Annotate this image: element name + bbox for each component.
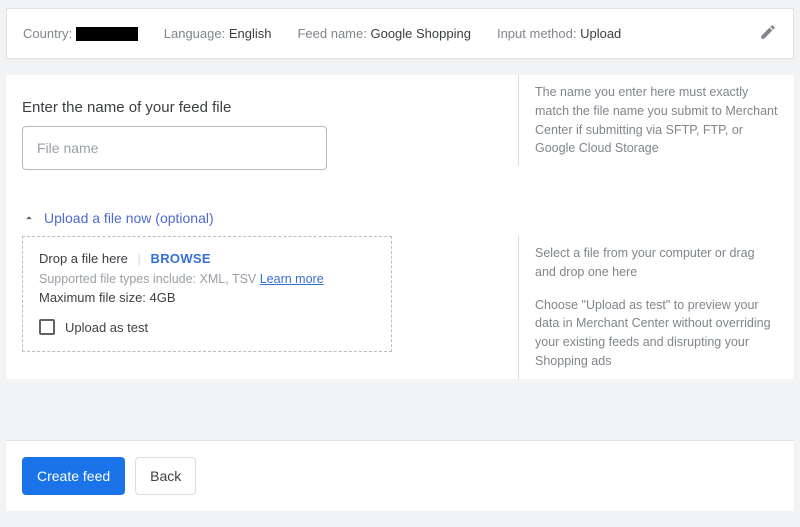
main-panel: Enter the name of your feed file The nam… (6, 75, 794, 379)
upload-help-1: Select a file from your computer or drag… (535, 244, 778, 282)
dropzone-divider: | (138, 251, 141, 266)
file-name-input[interactable] (22, 126, 327, 170)
summary-feedname: Feed name: Google Shopping (297, 26, 470, 41)
feedfile-help: The name you enter here must exactly mat… (518, 75, 778, 166)
browse-button[interactable]: BROWSE (151, 251, 211, 266)
summary-feedname-value: Google Shopping (370, 26, 470, 41)
summary-inputmethod-label: Input method: (497, 26, 577, 41)
upload-help: Select a file from your computer or drag… (518, 236, 778, 379)
summary-inputmethod-value: Upload (580, 26, 621, 41)
learn-more-link[interactable]: Learn more (260, 272, 324, 286)
file-dropzone[interactable]: Drop a file here | BROWSE Supported file… (22, 236, 392, 352)
supported-types: Supported file types include: XML, TSV (39, 272, 256, 286)
upload-as-test-checkbox[interactable] (39, 319, 55, 335)
create-feed-button[interactable]: Create feed (22, 457, 125, 495)
summary-language-label: Language: (164, 26, 225, 41)
upload-as-test-label: Upload as test (65, 320, 148, 335)
summary-bar: Country: Language: English Feed name: Go… (6, 8, 794, 59)
upload-help-2: Choose "Upload as test" to preview your … (535, 296, 778, 371)
summary-inputmethod: Input method: Upload (497, 26, 621, 41)
feedfile-help-text: The name you enter here must exactly mat… (535, 83, 778, 158)
feedfile-title: Enter the name of your feed file (22, 99, 518, 116)
upload-toggle[interactable]: Upload a file now (optional) (22, 210, 778, 226)
summary-country: Country: (23, 26, 138, 42)
upload-toggle-label: Upload a file now (optional) (44, 210, 214, 226)
chevron-up-icon (22, 211, 36, 225)
dropzone-label: Drop a file here (39, 251, 128, 266)
summary-country-label: Country: (23, 26, 72, 41)
back-button[interactable]: Back (135, 457, 196, 495)
summary-country-value-redacted (76, 27, 138, 41)
max-file-size: Maximum file size: 4GB (39, 290, 375, 305)
summary-language-value: English (229, 26, 272, 41)
edit-icon[interactable] (759, 29, 777, 44)
summary-feedname-label: Feed name: (297, 26, 366, 41)
footer-bar: Create feed Back (6, 440, 794, 511)
summary-language: Language: English (164, 26, 272, 41)
